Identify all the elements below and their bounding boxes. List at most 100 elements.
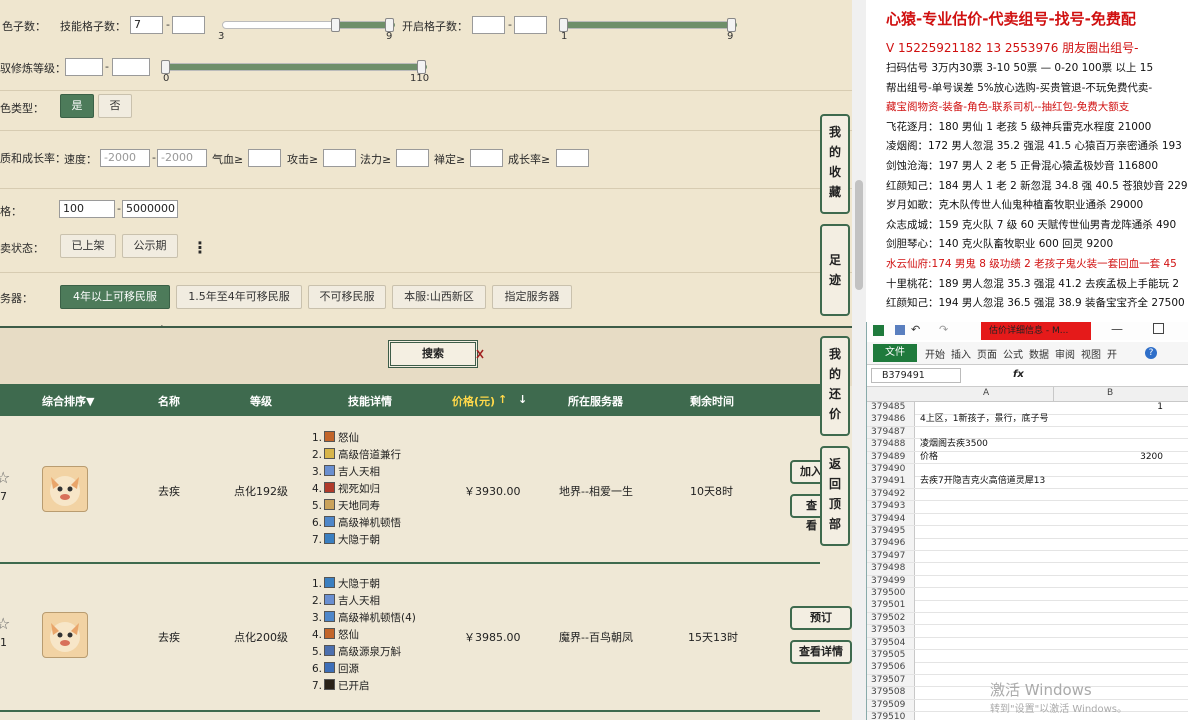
slider-knob-high[interactable] (727, 18, 736, 32)
skill-slots-slider[interactable] (222, 18, 395, 32)
row-number[interactable]: 379508 (867, 687, 915, 699)
row-number[interactable]: 379489 (867, 451, 915, 464)
price-min-input[interactable]: 100 (59, 200, 115, 218)
minimize-icon[interactable]: — (1111, 322, 1123, 336)
skill-item[interactable]: 7. 已开启 (312, 678, 370, 694)
slider-knob-low[interactable] (161, 60, 170, 74)
view-details-button[interactable]: 查看 (790, 494, 824, 532)
view-details-button[interactable]: 查看详情 (790, 640, 852, 664)
skill-item[interactable]: 4. 视死如归 (312, 481, 380, 497)
side-tab-my-offer[interactable]: 我的还价 (820, 336, 850, 436)
row-number[interactable]: 379499 (867, 575, 915, 588)
slider-knob-low[interactable] (331, 18, 340, 32)
skill-item[interactable]: 5. 高级源泉万斛 (312, 644, 401, 660)
server-option-1[interactable]: 1.5年至4年可移民服 (176, 285, 302, 309)
pet-name[interactable]: 去疾 (158, 483, 180, 499)
slider-knob-high[interactable] (385, 18, 394, 32)
cell-a[interactable]: 4上区，1新孩子，景行，底子号 (920, 414, 1048, 426)
skill-item[interactable]: 1. 怒仙 (312, 430, 359, 446)
skill-item[interactable]: 7. 大隐于朝 (312, 532, 380, 548)
ribbon-tab-formula[interactable]: 公式 (1003, 346, 1023, 361)
save-icon[interactable] (895, 325, 905, 335)
side-tab-back-to-top[interactable]: 返回顶部 (820, 446, 850, 546)
sort-up-arrow-icon[interactable]: ↑ (498, 393, 507, 406)
maximize-icon[interactable] (1153, 323, 1164, 334)
row-number[interactable]: 379487 (867, 426, 915, 439)
help-icon[interactable]: ? (1145, 347, 1157, 359)
favorite-star-icon[interactable]: ☆ (0, 614, 10, 633)
skill-item[interactable]: 6. 回源 (312, 661, 359, 677)
cell-a[interactable]: 去疾7开隐吉克火高倍道灵犀13 (920, 476, 1045, 488)
row-number[interactable]: 379501 (867, 600, 915, 612)
ribbon-tab-data[interactable]: 数据 (1029, 346, 1049, 361)
skill-slots-min-input[interactable]: 7 (130, 16, 163, 34)
row-number[interactable]: 379494 (867, 513, 915, 526)
cell-b[interactable]: 3200 (1067, 452, 1163, 464)
ribbon-tab-file[interactable]: 文件 (873, 344, 917, 362)
row-number[interactable]: 379486 (867, 414, 915, 426)
skill-item[interactable]: 2. 高级倍道兼行 (312, 447, 401, 463)
server-option-4[interactable]: 指定服务器 (492, 285, 572, 309)
search-button[interactable]: 搜索 (388, 340, 478, 368)
sort-column-header[interactable]: 综合排序▼ (42, 393, 94, 409)
cultivation-max-input[interactable] (112, 58, 150, 76)
row-number[interactable]: 379493 (867, 501, 915, 513)
column-a-header[interactable]: A (983, 388, 989, 398)
row-number[interactable]: 379502 (867, 612, 915, 625)
row-number[interactable]: 379491 (867, 476, 915, 488)
ribbon-tab-review[interactable]: 审阅 (1055, 346, 1075, 361)
mana-input[interactable] (396, 149, 429, 167)
skill-slots-max-input[interactable] (172, 16, 205, 34)
speed-max-input[interactable]: -2000 (157, 149, 207, 167)
status-public-button[interactable]: 公示期 (122, 234, 178, 258)
ribbon-tab-view[interactable]: 视图 (1081, 346, 1101, 361)
name-box[interactable]: B379491 (871, 368, 961, 383)
row-number[interactable]: 379485 (867, 402, 915, 414)
skill-item[interactable]: 5. 天地同寿 (312, 498, 380, 514)
server-option-3[interactable]: 本服:山西新区 (392, 285, 486, 309)
server-option-0[interactable]: 4年以上可移民服 (60, 285, 170, 309)
side-tab-footprint[interactable]: 足迹 (820, 224, 850, 316)
undo-icon[interactable]: ↶ (911, 323, 920, 336)
row-number[interactable]: 379510 (867, 712, 915, 720)
cell-b[interactable]: 1 (1067, 402, 1163, 414)
price-max-input[interactable]: 5000000 (122, 200, 178, 218)
row-number[interactable]: 379495 (867, 526, 915, 538)
open-slots-slider[interactable] (559, 18, 737, 32)
pet-name[interactable]: 去疾 (158, 629, 180, 645)
cultivation-slider[interactable] (161, 60, 427, 74)
row-number[interactable]: 379490 (867, 464, 915, 476)
ribbon-tab-home[interactable]: 开始 (925, 346, 945, 361)
column-b-header[interactable]: B (1107, 388, 1113, 398)
skill-item[interactable]: 2. 吉人天相 (312, 593, 380, 609)
fx-icon[interactable]: fx (1013, 369, 1024, 380)
row-number[interactable]: 379503 (867, 625, 915, 637)
open-slots-min-input[interactable] (472, 16, 505, 34)
skill-item[interactable]: 1. 大隐于朝 (312, 576, 380, 592)
row-number[interactable]: 379506 (867, 662, 915, 674)
price-column-header[interactable]: 价格(元) (452, 393, 495, 409)
side-tab-favorites[interactable]: 我的收藏 (820, 114, 850, 214)
row-number[interactable]: 379497 (867, 550, 915, 563)
skill-item[interactable]: 6. 高级禅机顿悟 (312, 515, 401, 531)
ribbon-tab-page[interactable]: 页面 (977, 346, 997, 361)
cell-a[interactable]: 凌烟阁去疾3500 (920, 439, 988, 451)
open-slots-max-input[interactable] (514, 16, 547, 34)
rare-yes-button[interactable]: 是 (60, 94, 94, 118)
row-number[interactable]: 379507 (867, 674, 915, 687)
skill-item[interactable]: 4. 怒仙 (312, 627, 359, 643)
rare-no-button[interactable]: 否 (98, 94, 132, 118)
slider-knob-high[interactable] (417, 60, 426, 74)
cultivation-min-input[interactable] (65, 58, 103, 76)
skill-item[interactable]: 3. 高级禅机顿悟(4) (312, 610, 416, 626)
status-listed-button[interactable]: 已上架 (60, 234, 116, 258)
row-number[interactable]: 379488 (867, 439, 915, 451)
reserve-button[interactable]: 预订 (790, 606, 852, 630)
ribbon-tab-insert[interactable]: 插入 (951, 346, 971, 361)
page-scrollbar[interactable] (852, 0, 866, 720)
skill-item[interactable]: 3. 吉人天相 (312, 464, 380, 480)
zen-input[interactable] (470, 149, 503, 167)
growth-rate-input[interactable] (556, 149, 589, 167)
row-number[interactable]: 379496 (867, 538, 915, 550)
row-number[interactable]: 379500 (867, 588, 915, 600)
